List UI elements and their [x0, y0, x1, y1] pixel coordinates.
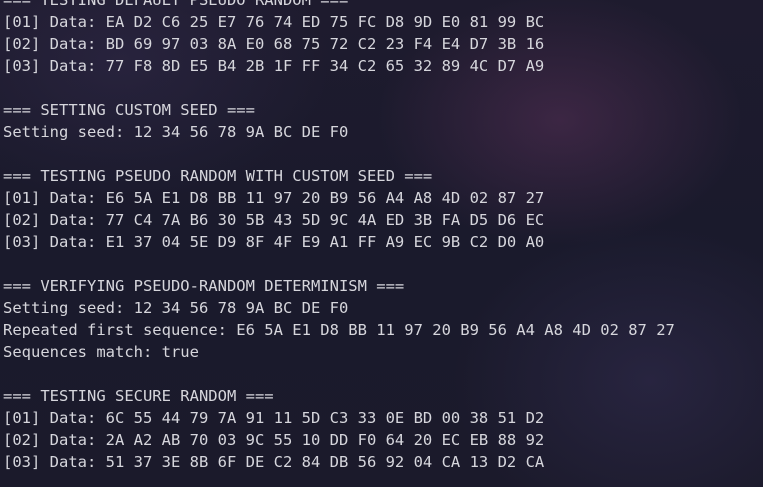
- output-line: [03] Data: 51 37 3E 8B 6F DE C2 84 DB 56…: [3, 453, 545, 471]
- output-line: Sequences match: true: [3, 343, 199, 361]
- section-header: === TESTING DEFAULT PSEUDO RANDOM ===: [3, 0, 349, 9]
- output-line: [03] Data: 77 F8 8D E5 B4 2B 1F FF 34 C2…: [3, 57, 545, 75]
- section-header: === VERIFYING PSEUDO-RANDOM DETERMINISM …: [3, 277, 405, 295]
- output-line: [02] Data: 77 C4 7A B6 30 5B 43 5D 9C 4A…: [3, 211, 545, 229]
- output-line: Repeated first sequence: E6 5A E1 D8 BB …: [3, 321, 675, 339]
- terminal-output[interactable]: === TESTING DEFAULT PSEUDO RANDOM === [0…: [0, 0, 763, 487]
- output-line: [01] Data: EA D2 C6 25 E7 76 74 ED 75 FC…: [3, 13, 545, 31]
- section-header: === SETTING CUSTOM SEED ===: [3, 101, 255, 119]
- output-line: [01] Data: 6C 55 44 79 7A 91 11 5D C3 33…: [3, 409, 545, 427]
- output-line: Setting seed: 12 34 56 78 9A BC DE F0: [3, 299, 349, 317]
- section-header: === TESTING SECURE RANDOM ===: [3, 387, 274, 405]
- output-line: [02] Data: BD 69 97 03 8A E0 68 75 72 C2…: [3, 35, 545, 53]
- output-line: [01] Data: E6 5A E1 D8 BB 11 97 20 B9 56…: [3, 189, 545, 207]
- output-line: [02] Data: 2A A2 AB 70 03 9C 55 10 DD F0…: [3, 431, 545, 449]
- output-line: Setting seed: 12 34 56 78 9A BC DE F0: [3, 123, 349, 141]
- output-line: [03] Data: E1 37 04 5E D9 8F 4F E9 A1 FF…: [3, 233, 545, 251]
- section-header: === TESTING PSEUDO RANDOM WITH CUSTOM SE…: [3, 167, 433, 185]
